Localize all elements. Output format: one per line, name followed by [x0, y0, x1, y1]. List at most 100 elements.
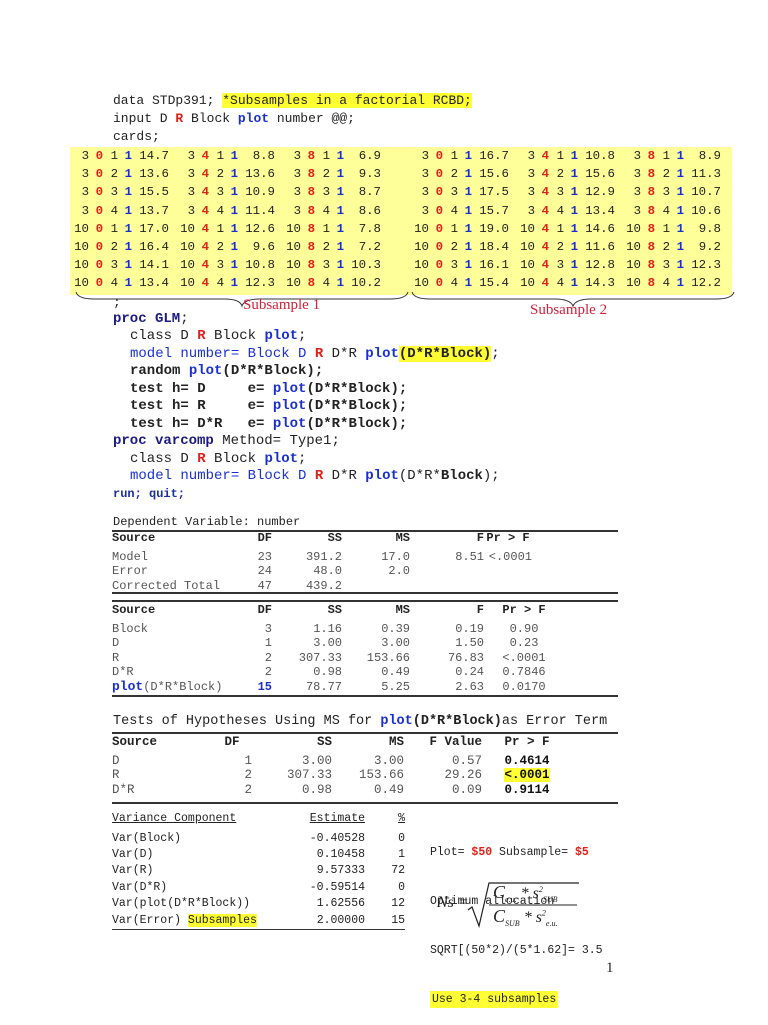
table-row: Var(Error) Subsamples 2.00000 15: [112, 912, 405, 930]
data-cell: 0: [435, 185, 443, 200]
data-cell: 1: [110, 149, 118, 163]
data-cell: 1: [676, 185, 684, 200]
data-cell: 2: [556, 167, 564, 182]
data-cell: 1: [676, 239, 684, 254]
data-cell: 4: [662, 203, 670, 218]
table-cell: 307.33: [298, 650, 342, 665]
data-cell: 13.6: [139, 167, 169, 182]
data-cell: 10.9: [245, 185, 275, 200]
subscript: SUB: [542, 895, 558, 905]
table-cell: -0.40528: [309, 831, 365, 845]
data-cell: 0: [95, 185, 103, 200]
table-cell: <.0001: [502, 650, 546, 665]
table-cell: 72: [391, 864, 405, 878]
data-cell: 3: [81, 203, 89, 218]
table-cell: 307.33: [286, 768, 332, 783]
code-text: Block: [205, 328, 265, 344]
variance-components-table: Variance Component Estimate% Var(Block) -0.…: [112, 812, 405, 930]
code-text: data STDp391;: [113, 93, 223, 108]
table-cell: [342, 579, 410, 594]
data-cell: 3: [187, 149, 195, 163]
table-row: D 1 3.00 3.00 0.57 0.4614: [112, 754, 572, 769]
data-row: 3 0 1 1 16.7 3 4 1 1 10.8 3 8 1 1 8.9: [410, 147, 721, 165]
table-cell: 0.98: [301, 782, 332, 797]
code-plot: plot: [272, 416, 307, 432]
code-plot: plot: [264, 451, 299, 467]
code-plot: plot: [272, 398, 307, 414]
data-cell: 4: [541, 149, 549, 163]
data-cell: 0: [95, 167, 103, 182]
data-cell: 1: [230, 239, 238, 254]
code-class2: class D R Block plot;: [130, 451, 306, 469]
data-cell: 3: [216, 258, 224, 273]
data-cell: 4: [201, 203, 209, 218]
data-cell: 8: [647, 221, 655, 236]
data-cell: 3: [293, 149, 301, 163]
data-cell: 3: [662, 258, 670, 273]
dependent-variable-title: Dependent Variable: number: [113, 515, 301, 529]
code-plot: plot: [237, 111, 270, 126]
table-row-plot: plot(D*R*Block) 15 78.77 5.25 2.63 0.0170: [112, 678, 564, 695]
plot-label: plot: [112, 678, 144, 694]
code-plot: plot: [272, 381, 307, 397]
table-cell: 153.66: [366, 650, 410, 665]
table-cell: 3.00: [301, 753, 332, 768]
data-cell: 4: [110, 203, 118, 218]
data-cell: 10: [286, 221, 301, 236]
subscript: e.u.: [505, 895, 517, 905]
data-cell: 0: [435, 149, 443, 163]
table-row: R 2 307.33 153.66 29.26 <.0001: [112, 768, 572, 783]
data-cell: 1: [450, 149, 458, 163]
data-row: 10 0 1 1 17.0 10 4 1 1 12.6 10 8 1 1 7.8: [70, 220, 381, 238]
data-cell: 1: [336, 167, 344, 182]
data-cell: 2: [110, 167, 118, 182]
data-row: 3 0 2 1 13.6 3 4 2 1 13.6 3 8 2 1 9.3: [70, 165, 381, 183]
data-row: 3 0 1 1 14.7 3 4 1 1 8.8 3 8 1 1 6.9: [70, 147, 381, 165]
data-cell: 10: [180, 239, 195, 254]
data-cell: 11.6: [585, 239, 615, 254]
table-cell: 24: [257, 564, 272, 579]
recommendation-highlight: Use 3-4 subsamples: [430, 991, 559, 1009]
table-cell: D: [112, 753, 120, 768]
data-cell: 8: [647, 258, 655, 273]
data-row: 10 0 2 1 18.4 10 4 2 1 11.6 10 8 2 1 9.2: [410, 238, 721, 256]
data-cell: 10.3: [351, 258, 381, 273]
data-cell: 4: [201, 167, 209, 182]
data-cell: 10: [286, 239, 301, 254]
data-block: 3 0 1 1 14.7 3 4 1 1 8.8 3 8 1 1 6.9 3 0 2 1 13.6 3 4 2 1 13.6 3 8…: [70, 147, 732, 295]
data-cell: 10: [180, 258, 195, 273]
header-row: Source DF SS MS F Pr > F: [112, 603, 564, 618]
table-row: R 2 307.33 153.66 76.83 <.0001: [112, 651, 564, 666]
data-cell: 1: [464, 185, 472, 200]
data-cell: 1: [570, 203, 578, 218]
table-cell: Var(D*R): [112, 880, 168, 894]
table-cell: 1.16: [313, 621, 342, 636]
data-cell: 8: [307, 239, 315, 254]
table-cell: 1.62556: [316, 897, 365, 911]
table-row: D 1 3.00 3.00 1.50 0.23: [112, 636, 564, 651]
data-cell: 3: [216, 185, 224, 200]
data-row: 3 0 4 1 13.7 3 4 4 1 11.4 3 8 4 1 8.6: [70, 202, 381, 220]
data-cell: 1: [230, 258, 238, 273]
data-cell: 1: [230, 149, 238, 163]
table-cell: 0.23: [509, 636, 539, 651]
table-cell: Var(R): [112, 864, 154, 878]
data-cell: 8: [647, 167, 655, 182]
code-line-data: data STDp391; *Subsamples in a factorial…: [113, 92, 472, 110]
table-row: Model 23 391.2 17.0 8.51 <.0001: [112, 550, 532, 565]
data-cell: 10: [414, 221, 429, 236]
code-run: run; quit;: [113, 487, 186, 501]
data-cell: 14.7: [139, 149, 169, 163]
table-cell: 0.7846: [502, 665, 546, 680]
table-cell: 0.4614: [504, 753, 550, 768]
data-cell: 8: [647, 203, 655, 218]
data-cell: 15.6: [479, 167, 509, 182]
code-r: R: [197, 328, 206, 344]
data-cell: 15.7: [479, 203, 509, 218]
data-cell: 9.2: [698, 239, 721, 254]
data-cell: 1: [230, 185, 238, 200]
data-cell: 14.6: [585, 221, 615, 236]
rule: [112, 732, 618, 734]
data-cell: 11.3: [691, 167, 721, 182]
data-cell: 0: [95, 258, 103, 273]
